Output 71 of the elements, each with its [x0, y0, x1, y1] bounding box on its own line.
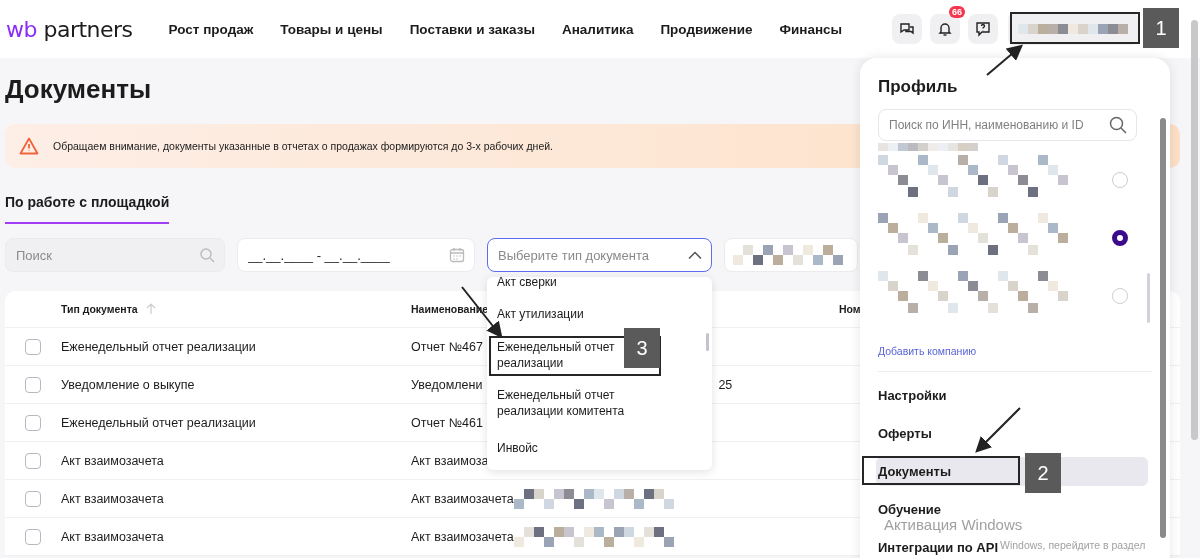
caret-icon: [688, 250, 702, 260]
column-header[interactable]: Ном: [839, 303, 861, 315]
search-field[interactable]: Поиск по ИНН, наименованию и ID: [878, 109, 1137, 141]
row-checkbox[interactable]: [25, 338, 41, 355]
nav-link[interactable]: Аналитика: [561, 21, 634, 37]
table-cell: Акт взаимоза: [411, 453, 489, 468]
page-title: Документы: [5, 74, 152, 106]
table-cell: Уведомление о выкупе: [61, 377, 195, 392]
dropdown-option[interactable]: Акт сверки: [497, 277, 557, 290]
help-button[interactable]: [968, 14, 998, 44]
nav-link[interactable]: Товары и цены: [280, 21, 383, 37]
menu-item[interactable]: Интеграции по API: [876, 533, 999, 558]
nav-link[interactable]: Продвижение: [660, 21, 753, 37]
dropdown-option[interactable]: Инвойс: [497, 440, 538, 456]
notice-text: Обращаем внимание, документы указанные в отчетах о продажах формируются до 3-х рабочих дней.: [53, 140, 553, 152]
table-cell-text: 25: [717, 377, 734, 392]
sort-arrow-icon[interactable]: [145, 303, 156, 315]
search-icon: [1109, 116, 1127, 134]
radio-button[interactable]: [1112, 230, 1128, 246]
callout-number: 2: [1025, 453, 1061, 493]
table-cell: Отчет №467: [411, 339, 483, 354]
menu-item[interactable]: Оферты: [876, 419, 932, 448]
chat-button[interactable]: [892, 14, 922, 44]
notifications-button[interactable]: [930, 14, 960, 44]
menu-item[interactable]: Настройки: [876, 381, 947, 410]
row-checkbox[interactable]: [25, 376, 41, 393]
table-cell: Акт взаимозачета: [61, 491, 164, 506]
add-company-link[interactable]: Добавить компанию: [878, 345, 977, 357]
document-type-select[interactable]: Выберите тип документа: [487, 238, 712, 272]
callout-number: 1: [1143, 8, 1179, 48]
table-cell: Уведомлени: [411, 377, 483, 392]
company-field[interactable]: [724, 238, 858, 272]
date-range-field[interactable]: __.__.____ - __.__.____: [237, 238, 475, 272]
chat-icon: [899, 21, 915, 37]
search-icon: [199, 247, 215, 263]
os-notice-text: Windows, перейдите в раздел: [1000, 539, 1146, 551]
tab[interactable]: По работе с площадкой: [5, 194, 170, 224]
nav-link[interactable]: Поставки и заказы: [409, 21, 535, 37]
table-cell: Отчет №461: [411, 415, 483, 430]
scrollbar[interactable]: [1191, 20, 1198, 440]
row-checkbox[interactable]: [25, 490, 41, 507]
dropdown-option[interactable]: Еженедельный отчет реализации: [497, 339, 619, 371]
panel-title: Профиль: [878, 77, 958, 96]
pointer-arrow: [986, 44, 1024, 76]
table-cell: Акт взаимозачета: [411, 529, 514, 544]
notification-badge: 66: [949, 6, 965, 18]
table-cell: Акт взаимозачета: [411, 491, 514, 506]
logo[interactable]: wb partners: [6, 16, 133, 42]
table-cell: Еженедельный отчет реализации: [61, 339, 256, 354]
row-checkbox[interactable]: [25, 528, 41, 545]
row-checkbox[interactable]: [25, 452, 41, 469]
dropdown-option[interactable]: Акт утилизации: [497, 306, 584, 322]
table-cell: Акт взаимозачета: [61, 453, 164, 468]
bell-icon: [937, 21, 953, 37]
warning-icon: [19, 137, 39, 155]
os-notice-title: Активация Windows: [884, 516, 1023, 533]
callout-number: 3: [624, 328, 660, 368]
row-checkbox[interactable]: [25, 414, 41, 431]
scrollbar[interactable]: [706, 333, 709, 351]
table-cell: Акт взаимозачета: [61, 529, 164, 544]
column-header[interactable]: Тип документа: [61, 303, 138, 315]
search-field[interactable]: Поиск: [5, 238, 225, 272]
nav-link[interactable]: Рост продаж: [168, 21, 254, 37]
table-cell: Еженедельный отчет реализации: [61, 415, 256, 430]
help-icon: [975, 21, 991, 37]
pointer-arrow: [975, 407, 1021, 453]
dropdown-option[interactable]: Еженедельный отчет реализации комитента: [497, 387, 657, 419]
scrollbar[interactable]: [1160, 118, 1166, 538]
calendar-icon: [449, 247, 465, 263]
nav-link[interactable]: Финансы: [779, 21, 843, 37]
scrollbar[interactable]: [1147, 273, 1150, 323]
